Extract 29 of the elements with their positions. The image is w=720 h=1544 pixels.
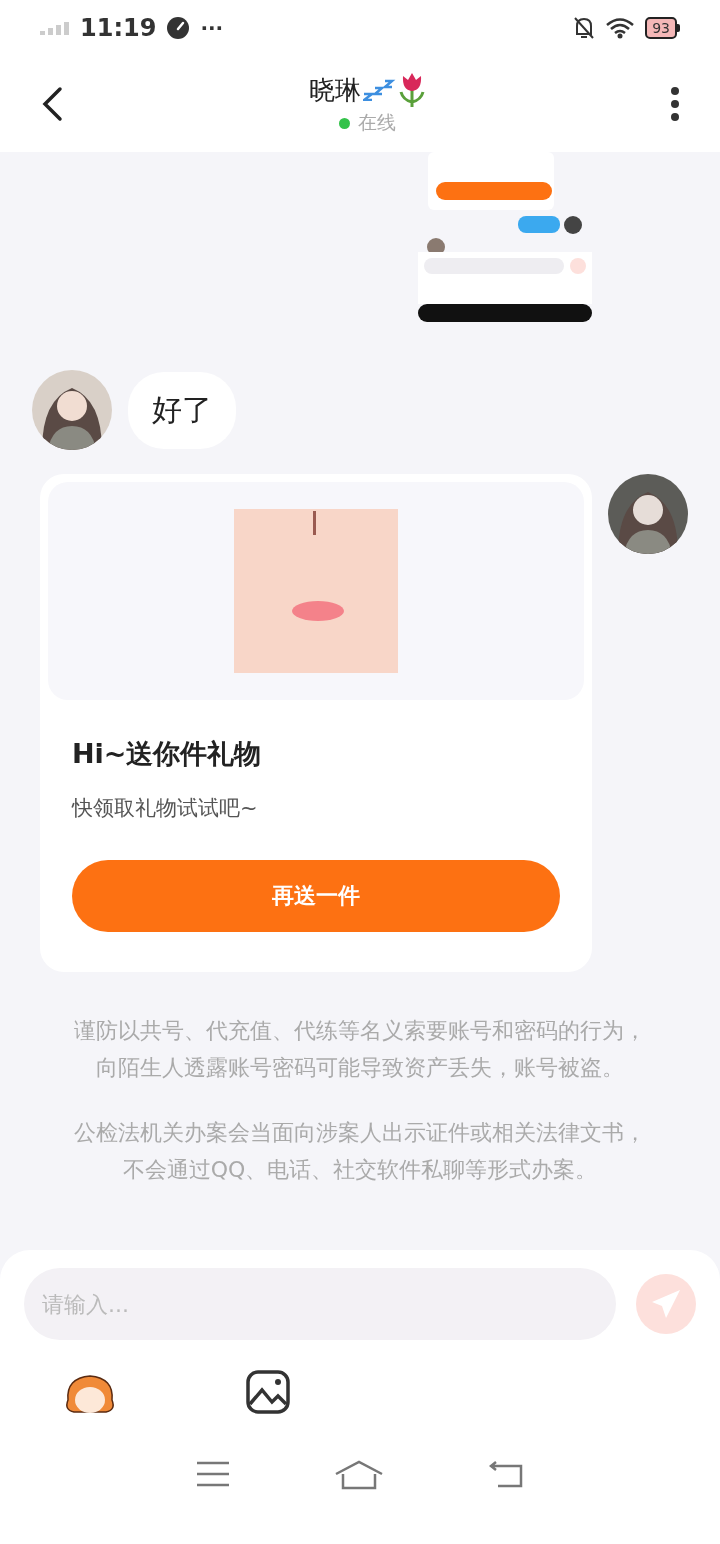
more-icon [670,86,680,122]
send-icon [650,1288,682,1320]
image-icon [246,1370,290,1414]
safety-notice: 谨防以共号、代充值、代练等名义索要账号和密码的行为，向陌生人透露账号密码可能导致资产丢失，账号被盗。 [73,1017,647,1082]
zzz-icon [363,79,397,101]
home-icon [335,1460,383,1490]
return-icon [487,1460,524,1488]
battery-indicator: 93 [645,17,680,39]
chat-title: 晓琳 [309,73,361,107]
more-button[interactable] [670,86,680,122]
more-notifications: ··· [200,16,224,40]
presence-label: 在线 [357,110,396,135]
signal-icon [40,21,70,35]
back-nav-button[interactable] [487,1460,524,1490]
safety-notice: 公检法机关办案会当面向涉案人出示证件或相关法律文书，不会通过QQ、电话、社交软件私聊等形式办案。 [73,1119,647,1184]
message-input[interactable]: 请输入... [24,1268,616,1340]
gift-title: Hi~送你件礼物 [72,737,263,771]
bell-off-icon [573,16,596,40]
back-icon [40,86,64,122]
back-button[interactable] [40,86,64,122]
home-button[interactable] [335,1460,383,1490]
wifi-icon [605,17,636,39]
menu-icon [196,1460,231,1488]
send-again-button[interactable]: 再送一件 [72,860,560,932]
speedometer-icon [166,16,191,40]
status-time: 11:19 [80,14,157,42]
gift-subtitle: 快领取礼物试试吧~ [72,795,259,822]
tulip-icon [399,72,425,108]
message-bubble: 好了 [128,371,236,449]
